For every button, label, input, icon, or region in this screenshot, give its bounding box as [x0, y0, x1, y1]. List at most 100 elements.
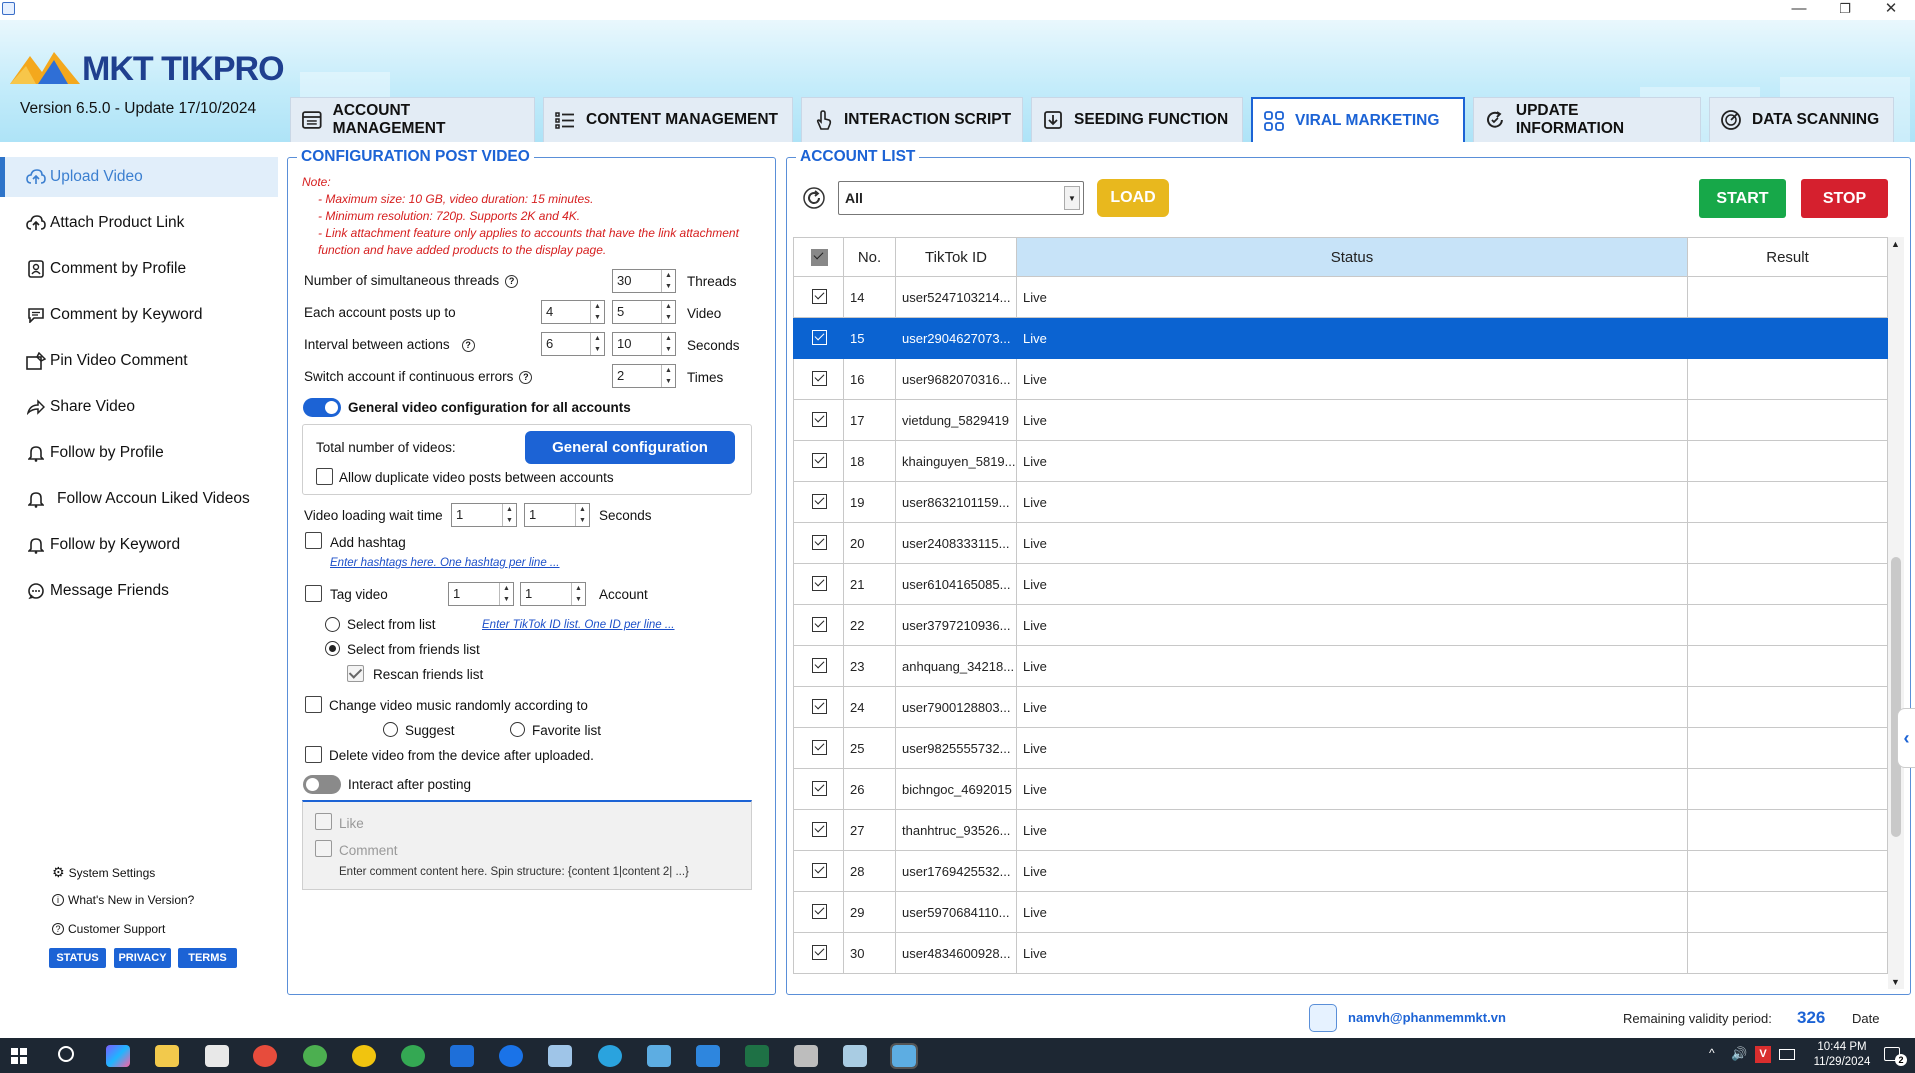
like-checkbox[interactable] — [315, 813, 332, 830]
windows-start-icon[interactable] — [11, 1048, 27, 1064]
tab-viral-marketing[interactable]: VIRAL MARKETING — [1251, 97, 1465, 142]
hashtag-link[interactable]: Enter hashtags here. One hashtag per lin… — [330, 557, 560, 569]
general-configuration-button[interactable]: General configuration — [525, 431, 735, 464]
row-checkbox[interactable] — [812, 658, 827, 673]
row-checkbox-cell[interactable] — [793, 399, 844, 441]
sidebar-item-comment-by-profile[interactable]: Comment by Profile — [0, 249, 278, 289]
mkt-tikpro-taskbar-icon[interactable] — [890, 1043, 918, 1069]
table-row[interactable]: 26 bichngoc_4692015 Live — [793, 768, 1888, 810]
help-icon[interactable]: ? — [505, 274, 519, 288]
sidebar-item-follow-account-liked-videos[interactable]: Follow Accoun Liked Videos — [0, 479, 278, 519]
collapse-panel-handle[interactable]: ‹ — [1897, 708, 1915, 768]
row-checkbox-cell[interactable] — [793, 809, 844, 851]
comment-content-input[interactable]: Enter comment content here. Spin structu… — [339, 866, 689, 878]
chevron-down-icon[interactable]: ▼ — [1064, 186, 1080, 210]
app-icon[interactable] — [205, 1045, 229, 1067]
privacy-button[interactable]: PRIVACY — [114, 948, 171, 968]
delete-video-checkbox[interactable] — [305, 746, 322, 763]
row-checkbox-cell[interactable] — [793, 276, 844, 318]
row-checkbox[interactable] — [812, 617, 827, 632]
row-checkbox-cell[interactable] — [793, 768, 844, 810]
telegram-icon[interactable] — [598, 1045, 622, 1067]
spinner-arrows[interactable]: ▲ ▼ — [661, 333, 675, 355]
column-header-tiktok-id[interactable]: TikTok ID — [895, 237, 1017, 277]
row-checkbox-cell[interactable] — [793, 440, 844, 482]
system-settings-link[interactable]: ⚙ System Settings — [52, 864, 155, 881]
row-checkbox[interactable] — [812, 576, 827, 591]
table-row[interactable]: 30 user4834600928... Live — [793, 932, 1888, 974]
app-icon[interactable] — [843, 1045, 867, 1067]
excel-icon[interactable] — [745, 1045, 769, 1067]
row-checkbox-cell[interactable] — [793, 481, 844, 523]
column-header-no[interactable]: No. — [843, 237, 896, 277]
row-checkbox-cell[interactable] — [793, 932, 844, 974]
table-row[interactable]: 23 anhquang_34218... Live — [793, 645, 1888, 687]
sidebar-item-message-friends[interactable]: Message Friends — [0, 571, 278, 611]
close-button[interactable]: ✕ — [1868, 0, 1914, 20]
clock-date[interactable]: 11/29/2024 — [1807, 1056, 1877, 1068]
threads-input[interactable]: 30 ▲ ▼ — [612, 269, 676, 293]
row-checkbox-cell[interactable] — [793, 522, 844, 564]
minimize-button[interactable]: — — [1776, 0, 1822, 20]
tab-update-information[interactable]: UPDATE INFORMATION — [1473, 97, 1701, 142]
general-config-toggle[interactable] — [303, 398, 341, 417]
row-checkbox-cell[interactable] — [793, 358, 844, 400]
whats-new-link[interactable]: i What's New in Version? — [52, 893, 194, 907]
select-all-checkbox[interactable] — [811, 249, 828, 266]
sidebar-item-pin-video-comment[interactable]: Pin Video Comment — [0, 341, 278, 381]
table-row[interactable]: 29 user5970684110... Live — [793, 891, 1888, 933]
sidebar-item-follow-by-profile[interactable]: Follow by Profile — [0, 433, 278, 473]
spinner-arrows[interactable]: ▲ ▼ — [590, 301, 604, 323]
change-music-checkbox[interactable] — [305, 696, 322, 713]
app-icon[interactable] — [647, 1045, 671, 1067]
app-icon[interactable] — [696, 1045, 720, 1067]
restore-button[interactable]: ❐ — [1822, 0, 1868, 20]
spinner-arrows[interactable]: ▲ ▼ — [590, 333, 604, 355]
column-header-status[interactable]: Status — [1016, 237, 1688, 277]
scroll-up-icon[interactable]: ▲ — [1891, 239, 1900, 249]
terms-button[interactable]: TERMS — [178, 948, 237, 968]
spinner-arrows[interactable]: ▲ ▼ — [575, 504, 589, 526]
tab-data-scanning[interactable]: DATA SCANNING — [1709, 97, 1894, 142]
row-checkbox[interactable] — [812, 371, 827, 386]
status-button[interactable]: STATUS — [49, 948, 106, 968]
chrome-icon[interactable] — [352, 1045, 376, 1067]
comment-checkbox[interactable] — [315, 840, 332, 857]
clock-time[interactable]: 10:44 PM — [1807, 1041, 1877, 1053]
row-checkbox-cell[interactable] — [793, 563, 844, 605]
customer-support-link[interactable]: ? Customer Support — [52, 922, 165, 936]
row-checkbox-cell[interactable] — [793, 604, 844, 646]
table-row[interactable]: 21 user6104165085... Live — [793, 563, 1888, 605]
search-icon[interactable] — [58, 1046, 74, 1062]
account-filter-select[interactable]: All ▼ — [838, 181, 1084, 215]
chevron-up-icon[interactable]: ^ — [1709, 1046, 1715, 1060]
row-checkbox[interactable] — [812, 781, 827, 796]
row-checkbox-cell[interactable] — [793, 686, 844, 728]
table-row[interactable]: 14 user5247103214... Live — [793, 276, 1888, 318]
scroll-down-icon[interactable]: ▼ — [1891, 977, 1900, 987]
tab-content-management[interactable]: CONTENT MANAGEMENT — [543, 97, 793, 142]
app-icon[interactable] — [450, 1045, 474, 1067]
interact-toggle[interactable] — [303, 775, 341, 794]
row-checkbox[interactable] — [812, 904, 827, 919]
scrollbar-thumb[interactable] — [1891, 557, 1901, 837]
file-explorer-icon[interactable] — [155, 1045, 179, 1067]
help-icon[interactable]: ? — [461, 338, 475, 352]
interval-max-input[interactable]: 10 ▲ ▼ — [612, 332, 676, 356]
add-hashtag-checkbox[interactable] — [305, 532, 322, 549]
interval-min-input[interactable]: 6 ▲ ▼ — [541, 332, 605, 356]
app-icon[interactable] — [303, 1045, 327, 1067]
table-row[interactable]: 27 thanhtruc_93526... Live — [793, 809, 1888, 851]
tab-account-management[interactable]: ACCOUNT MANAGEMENT — [290, 97, 535, 142]
sidebar-item-follow-by-keyword[interactable]: Follow by Keyword — [0, 525, 278, 565]
column-header-result[interactable]: Result — [1687, 237, 1888, 277]
spinner-arrows[interactable]: ▲ ▼ — [499, 583, 513, 605]
row-checkbox[interactable] — [812, 453, 827, 468]
copilot-icon[interactable] — [106, 1045, 130, 1067]
row-checkbox[interactable] — [812, 494, 827, 509]
rescan-friends-checkbox[interactable] — [347, 665, 364, 682]
wait-min-input[interactable]: 1 ▲ ▼ — [451, 503, 517, 527]
tab-interaction-script[interactable]: INTERACTION SCRIPT — [801, 97, 1023, 142]
select-from-friends-radio[interactable] — [325, 641, 340, 656]
favorite-list-radio[interactable] — [510, 722, 525, 737]
